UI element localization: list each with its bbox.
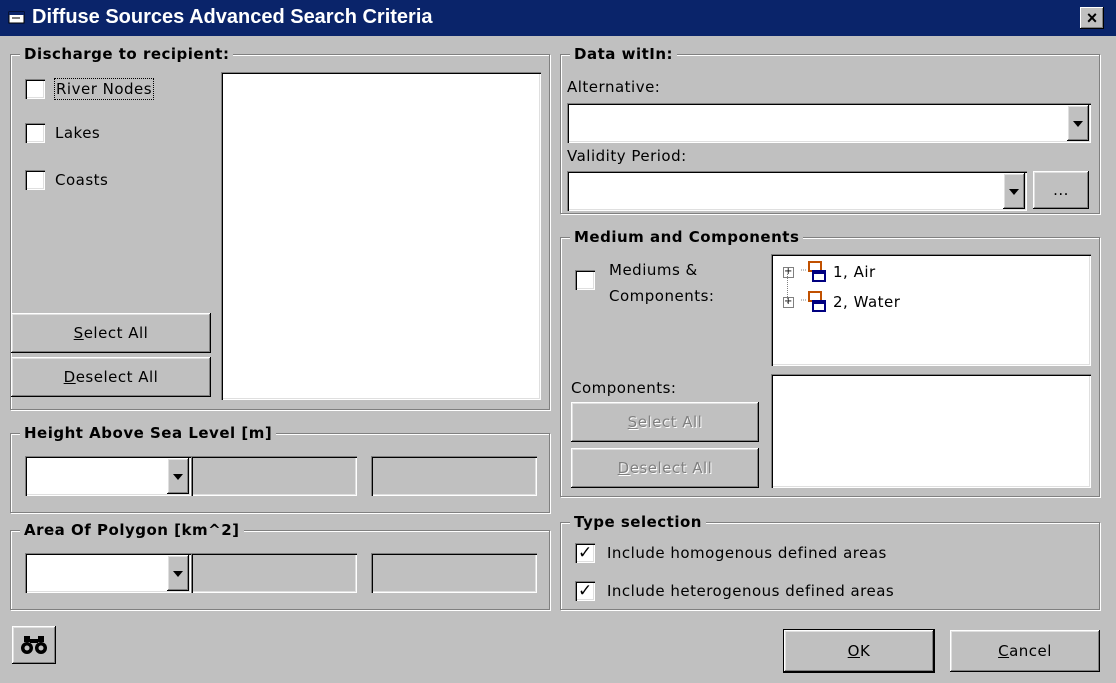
heterogenous-check-mark: ✓: [578, 581, 593, 601]
tree-item-air-label: 1, Air: [833, 263, 876, 281]
homogenous-check-mark: ✓: [578, 543, 593, 563]
area-value1-field[interactable]: [191, 553, 357, 593]
type-selection-group: Type selection ✓ Include homogenous defi…: [560, 512, 1100, 610]
search-button[interactable]: [12, 626, 56, 664]
alternative-label: Alternative:: [567, 78, 661, 96]
components-deselect-all-rest: eselect All: [629, 459, 713, 477]
coasts-checkbox[interactable]: [25, 170, 45, 190]
validity-period-dropdown-button[interactable]: [1003, 173, 1025, 209]
lakes-label[interactable]: Lakes: [55, 123, 100, 143]
validity-period-label: Validity Period:: [567, 147, 687, 165]
river-nodes-checkbox[interactable]: [25, 79, 45, 99]
discharge-legend: Discharge to recipient:: [20, 44, 234, 64]
title-bar[interactable]: Diffuse Sources Advanced Search Criteria…: [0, 0, 1116, 36]
height-operator-select[interactable]: [25, 456, 191, 496]
data-within-group: Data witIn: Alternative: Validity Period…: [560, 44, 1100, 214]
height-value2-field[interactable]: [371, 456, 537, 496]
ok-button[interactable]: OK: [783, 629, 935, 673]
coasts-label[interactable]: Coasts: [55, 170, 108, 190]
medium-legend: Medium and Components: [570, 227, 804, 247]
binoculars-icon: [21, 636, 47, 654]
area-operator-dropdown-button[interactable]: [167, 555, 189, 591]
window-title: Diffuse Sources Advanced Search Criteria: [32, 6, 433, 28]
components-select-all-accel: S: [627, 413, 638, 431]
discharge-deselect-all-button[interactable]: Deselect All: [11, 357, 211, 397]
area-operator-select[interactable]: [25, 553, 191, 593]
cancel-button[interactable]: Cancel: [950, 630, 1100, 672]
height-group: Height Above Sea Level [m]: [10, 423, 550, 513]
cancel-accel: C: [998, 642, 1010, 660]
components-deselect-all-accel: D: [617, 459, 630, 477]
area-value2-field[interactable]: [371, 553, 537, 593]
validity-browse-button[interactable]: ...: [1033, 171, 1089, 209]
heterogenous-checkbox[interactable]: ✓: [575, 581, 595, 601]
mediums-components-checkbox[interactable]: [575, 270, 595, 290]
mediums-label-line2: Components:: [609, 287, 715, 305]
mediums-label-line1: Mediums &: [609, 261, 698, 279]
select-all-rest: elect All: [83, 324, 149, 342]
data-within-legend: Data witIn:: [570, 44, 678, 64]
type-selection-legend: Type selection: [570, 512, 706, 532]
medium-group: Medium and Components Mediums & Componen…: [560, 227, 1100, 497]
deselect-all-accel: D: [63, 368, 76, 386]
tree-connector-icon: [787, 274, 788, 304]
heterogenous-label[interactable]: Include heterogenous defined areas: [607, 581, 894, 601]
component-icon: [801, 261, 826, 282]
discharge-group: Discharge to recipient: River Nodes Lake…: [10, 44, 550, 410]
alternative-dropdown-button[interactable]: [1067, 105, 1089, 141]
components-label: Components:: [571, 379, 677, 397]
height-legend: Height Above Sea Level [m]: [20, 423, 277, 443]
height-value1-field[interactable]: [191, 456, 357, 496]
river-nodes-label[interactable]: River Nodes: [53, 78, 155, 100]
area-group: Area Of Polygon [km^2]: [10, 520, 550, 610]
area-legend: Area Of Polygon [km^2]: [20, 520, 244, 540]
ok-rest: K: [859, 642, 871, 660]
height-operator-dropdown-button[interactable]: [167, 458, 189, 494]
alternative-select[interactable]: [567, 103, 1091, 143]
mediums-tree[interactable]: + 1, Air + 2, Water: [771, 254, 1091, 366]
validity-period-select[interactable]: [567, 171, 1027, 211]
close-button[interactable]: ×: [1080, 7, 1104, 29]
tree-item-water-label: 2, Water: [833, 293, 901, 311]
cancel-rest: ancel: [1009, 642, 1052, 660]
component-icon: [801, 291, 826, 312]
components-select-all-rest: elect All: [637, 413, 703, 431]
components-deselect-all-button[interactable]: Deselect All: [571, 448, 759, 488]
deselect-all-rest: eselect All: [75, 368, 159, 386]
recipient-list[interactable]: [221, 72, 541, 400]
homogenous-label[interactable]: Include homogenous defined areas: [607, 543, 887, 563]
discharge-select-all-button[interactable]: Select All: [11, 313, 211, 353]
components-list[interactable]: [771, 374, 1091, 488]
dialog-window: Diffuse Sources Advanced Search Criteria…: [0, 0, 1116, 683]
select-all-accel: S: [73, 324, 84, 342]
ok-accel: O: [847, 642, 860, 660]
homogenous-checkbox[interactable]: ✓: [575, 543, 595, 563]
lakes-checkbox[interactable]: [25, 123, 45, 143]
components-select-all-button[interactable]: Select All: [571, 402, 759, 442]
app-icon: [8, 11, 25, 24]
